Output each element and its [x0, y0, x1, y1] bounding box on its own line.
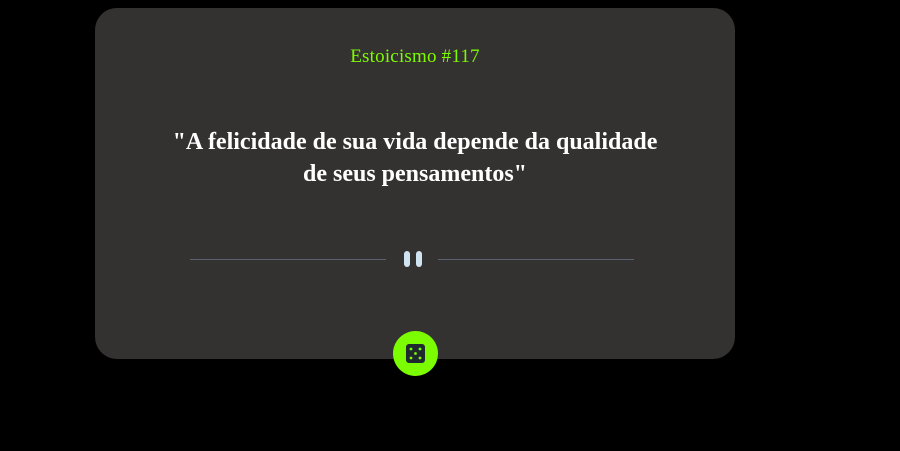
pause-bar-right [416, 251, 422, 267]
divider-line-left [190, 259, 386, 260]
advice-quote: "A felicidade de sua vida depende da qua… [172, 129, 658, 187]
divider-line-right [438, 259, 634, 260]
advice-card: Estoicismo #117 "A felicidade de sua vid… [95, 8, 735, 359]
pause-bar-left [404, 251, 410, 267]
dice-icon [406, 344, 425, 363]
pause-icon [402, 251, 426, 269]
dice-button[interactable] [393, 331, 438, 376]
divider [190, 245, 634, 275]
advice-number: Estoicismo #117 [350, 46, 480, 67]
